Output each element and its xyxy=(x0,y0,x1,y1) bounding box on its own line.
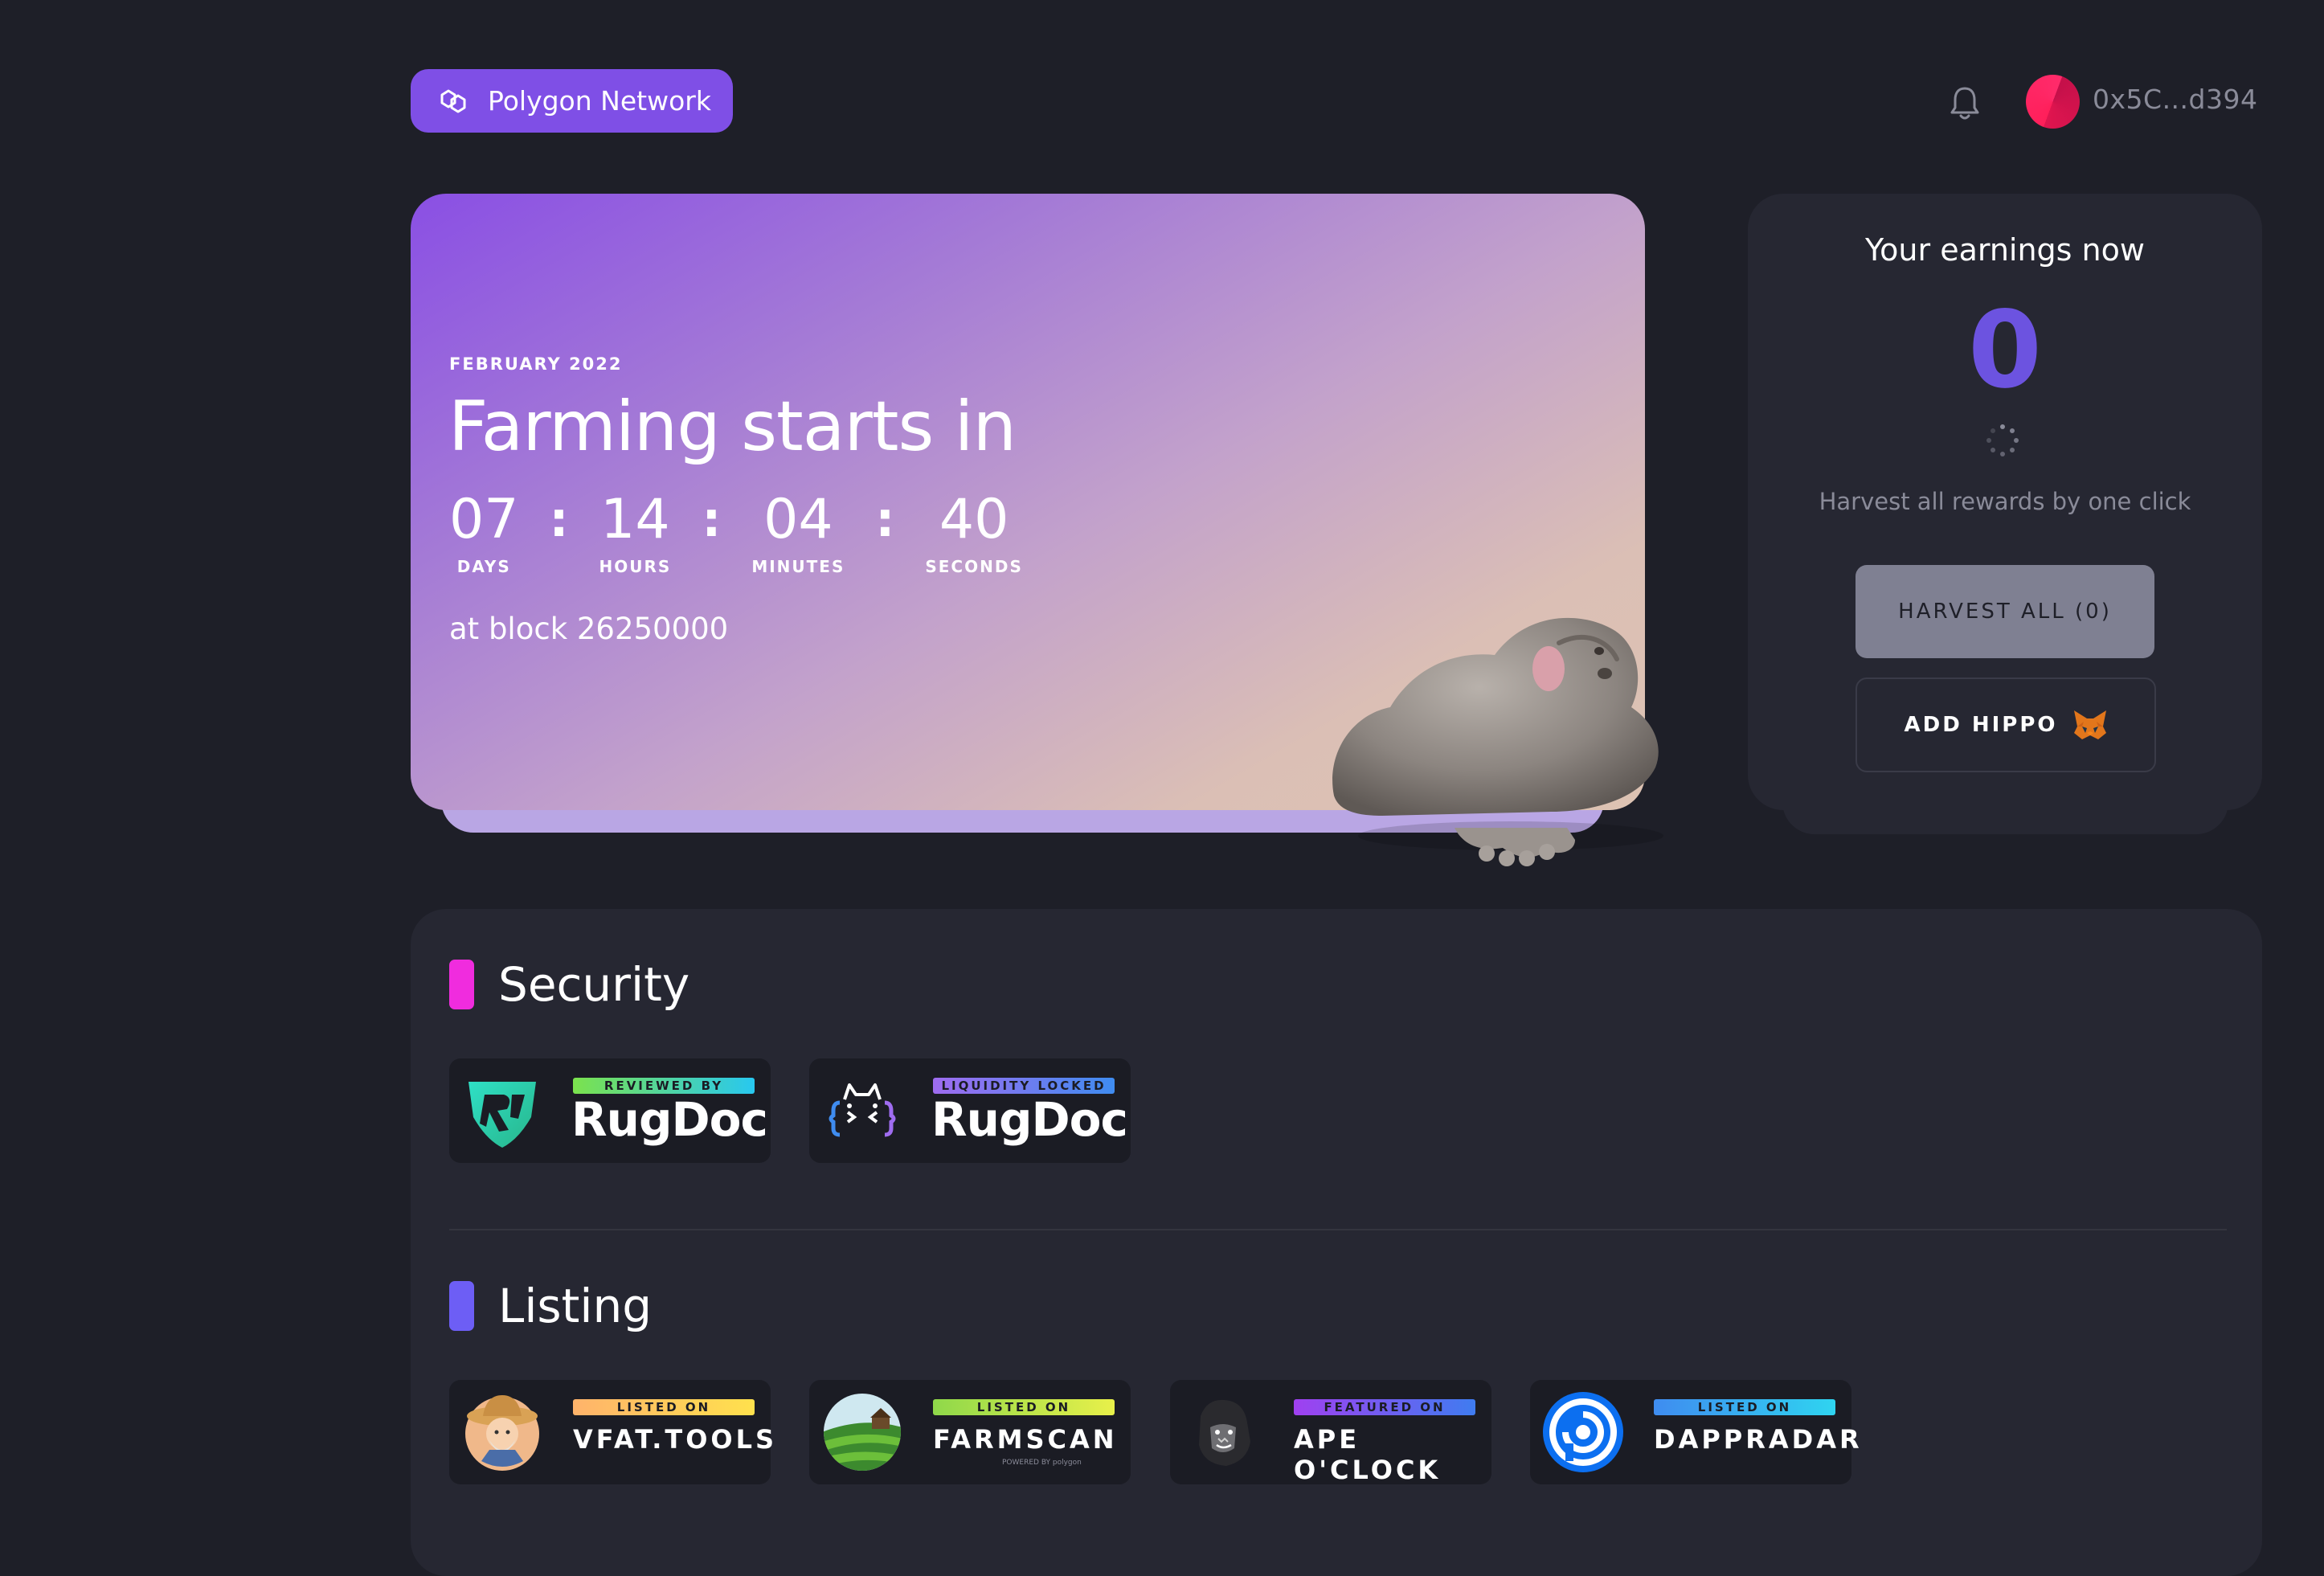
countdown-minutes-label: MINUTES xyxy=(751,557,845,576)
dappradar-name: DAPPRADAR xyxy=(1654,1424,1863,1455)
listing-title: Listing xyxy=(498,1279,653,1333)
add-hippo-label: ADD HIPPO xyxy=(1904,713,2058,737)
countdown-seconds: 40 SECONDS xyxy=(925,488,1023,577)
earnings-title: Your earnings now xyxy=(1865,232,2145,268)
countdown-seconds-value: 40 xyxy=(939,488,1009,551)
add-hippo-button[interactable]: ADD HIPPO xyxy=(1856,677,2156,772)
rugdoc-cat-icon xyxy=(829,1083,896,1137)
partners-panel: Security REVIEWED BY RugDoc LIQUIDITY LO… xyxy=(411,909,2262,1576)
countdown-seconds-label: SECONDS xyxy=(925,557,1023,576)
ape-oclock-tag: FEATURED ON xyxy=(1294,1399,1475,1415)
start-block-text: at block 26250000 xyxy=(449,612,729,646)
rugdoc-liquidity-name: RugDoc xyxy=(931,1092,1128,1147)
countdown-hours: 14 HOURS xyxy=(599,488,672,577)
farmscan-name: FARMSCAN xyxy=(933,1424,1118,1455)
countdown-timer: 07 DAYS : 14 HOURS : 04 MINUTES : 40 SEC… xyxy=(449,488,1023,577)
ape-gorilla-icon xyxy=(1199,1399,1250,1466)
earnings-subtitle: Harvest all rewards by one click xyxy=(1819,488,2191,515)
rugdoc-liquidity-tag: LIQUIDITY LOCKED xyxy=(933,1078,1115,1094)
vfat-tools-badge[interactable]: LISTED ON VFAT.TOOLS xyxy=(449,1380,774,1484)
polygon-icon xyxy=(435,83,472,120)
countdown-separator: : xyxy=(549,492,569,548)
hero-title: Farming starts in xyxy=(448,387,1017,467)
security-section-header: Security xyxy=(449,957,689,1012)
ape-oclock-badge[interactable]: FEATURED ON APE O'CLOCK xyxy=(1170,1380,1491,1485)
section-divider xyxy=(449,1229,2227,1230)
wallet-address[interactable]: 0x5C...d394 xyxy=(2093,84,2257,115)
rugdoc-liquidity-badge[interactable]: LIQUIDITY LOCKED RugDoc xyxy=(809,1058,1131,1163)
listing-section-header: Listing xyxy=(449,1279,652,1333)
vfat-tools-tag: LISTED ON xyxy=(573,1399,755,1415)
network-label: Polygon Network xyxy=(488,85,711,117)
rugdoc-reviewed-badge[interactable]: REVIEWED BY RugDoc xyxy=(449,1058,771,1163)
avatar[interactable] xyxy=(2026,75,2080,129)
ape-oclock-name: APE O'CLOCK xyxy=(1294,1424,1442,1485)
farmscan-badge[interactable]: LISTED ON FARMSCAN POWERED BY polygon xyxy=(809,1380,1131,1484)
dappradar-icon xyxy=(1543,1392,1623,1472)
security-title: Security xyxy=(498,957,690,1012)
countdown-separator: : xyxy=(875,492,895,548)
bell-icon[interactable] xyxy=(1945,84,1985,124)
earnings-amount: 0 xyxy=(1968,289,2042,412)
farmscan-powered-by: POWERED BY polygon xyxy=(1002,1459,1082,1467)
vfat-farmer-icon xyxy=(465,1395,539,1471)
dappradar-badge[interactable]: LISTED ON DAPPRADAR xyxy=(1530,1380,1860,1484)
rugdoc-shield-icon xyxy=(468,1082,536,1148)
countdown-separator: : xyxy=(702,492,722,548)
dappradar-tag: LISTED ON xyxy=(1654,1399,1835,1415)
earnings-card: Your earnings now 0 Harvest all rewards … xyxy=(1748,194,2262,810)
metamask-fox-icon xyxy=(2073,710,2106,739)
hippo-mascot-illustration xyxy=(1332,617,1663,866)
network-selector-button[interactable]: Polygon Network xyxy=(411,69,733,133)
countdown-days-label: DAYS xyxy=(456,557,511,576)
rugdoc-reviewed-name: RugDoc xyxy=(571,1092,768,1147)
loading-spinner-icon xyxy=(1986,424,2019,456)
countdown-hours-value: 14 xyxy=(600,488,670,551)
security-accent-bar xyxy=(449,960,474,1009)
harvest-all-button[interactable]: HARVEST ALL (0) xyxy=(1856,565,2154,658)
countdown-days-value: 07 xyxy=(449,488,519,551)
countdown-minutes: 04 MINUTES xyxy=(751,488,845,577)
countdown-hours-label: HOURS xyxy=(599,557,672,576)
countdown-days: 07 DAYS xyxy=(449,488,519,577)
farmscan-field-icon xyxy=(824,1394,901,1471)
farmscan-tag: LISTED ON xyxy=(933,1399,1115,1415)
countdown-minutes-value: 04 xyxy=(763,488,833,551)
listing-accent-bar xyxy=(449,1281,474,1331)
hero-date: FEBRUARY 2022 xyxy=(449,354,623,374)
rugdoc-reviewed-tag: REVIEWED BY xyxy=(573,1078,755,1094)
vfat-tools-name: VFAT.TOOLS xyxy=(573,1424,778,1455)
